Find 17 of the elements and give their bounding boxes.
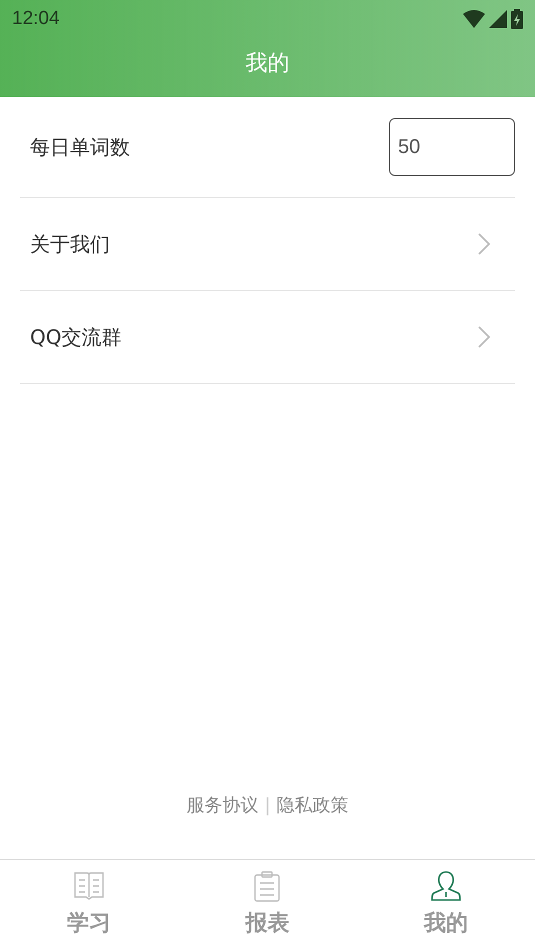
wifi-icon	[463, 10, 485, 28]
status-time: 12:04	[12, 8, 60, 30]
setting-label: 关于我们	[30, 230, 110, 258]
page-title: 我的	[246, 50, 290, 78]
nav-tab[interactable]: 报表	[178, 860, 357, 951]
nav-tab[interactable]: 我的	[356, 860, 535, 951]
chevron-right-icon	[477, 232, 491, 256]
footer-link[interactable]: 隐私政策	[276, 793, 349, 817]
battery-icon	[511, 9, 523, 29]
chevron-right-icon	[477, 325, 491, 349]
footer-link[interactable]: 服务协议	[186, 793, 258, 817]
signal-icon	[489, 10, 507, 28]
nav-tab[interactable]: 学习	[0, 860, 178, 951]
setting-label: QQ交流群	[30, 324, 122, 350]
separator: |	[264, 794, 271, 816]
setting-label: 每日单词数	[30, 134, 130, 160]
word-count-field[interactable]: 50	[389, 118, 515, 176]
